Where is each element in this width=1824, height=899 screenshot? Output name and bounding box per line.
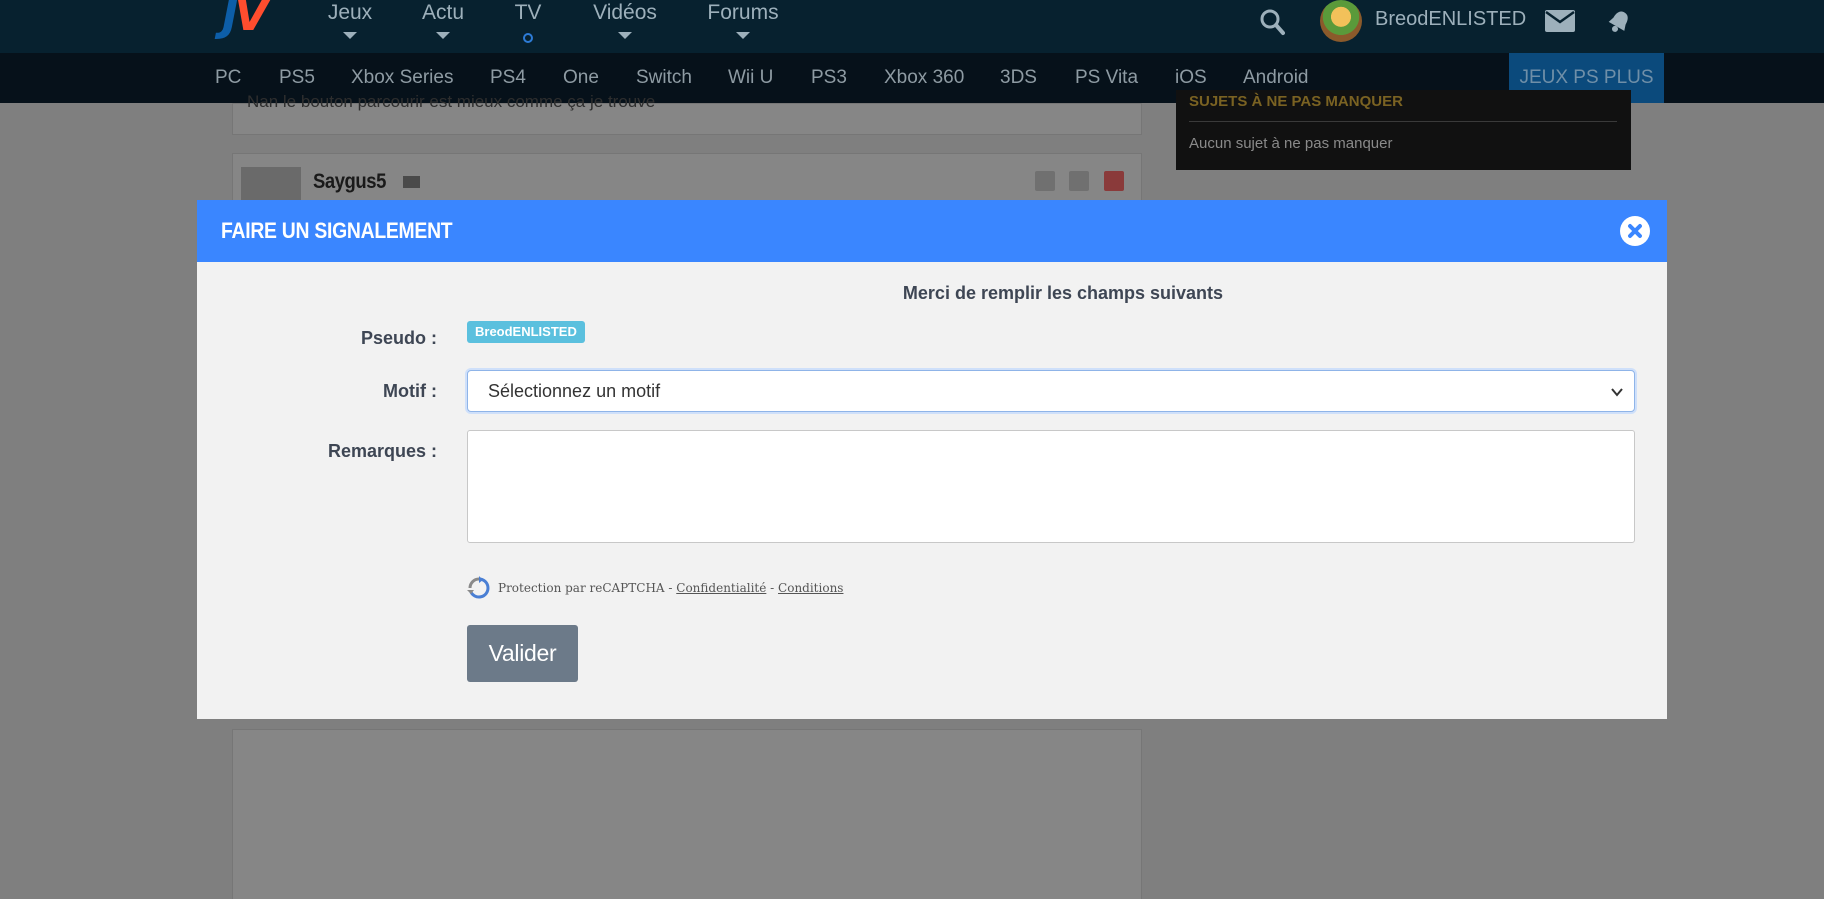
report-modal: FAIRE UN SIGNALEMENT Merci de remplir le… xyxy=(197,200,1667,719)
platform-link-ps3[interactable]: PS3 xyxy=(811,53,847,103)
modal-intro: Merci de remplir les champs suivants xyxy=(902,283,1224,303)
remarques-textarea[interactable] xyxy=(467,430,1635,543)
user-avatar[interactable] xyxy=(1320,0,1362,42)
modal-title: FAIRE UN SIGNALEMENT xyxy=(221,218,453,243)
recaptcha-separator: - xyxy=(766,581,779,595)
chevron-down-icon xyxy=(1611,388,1623,397)
motif-select[interactable]: Sélectionnez un motif xyxy=(467,370,1635,412)
remarques-label: Remarques : xyxy=(327,441,437,461)
caret-down-icon xyxy=(736,32,750,39)
nav-label: Actu xyxy=(421,1,465,24)
terms-link[interactable]: Conditions xyxy=(778,581,843,595)
nav-item-actu[interactable]: Actu xyxy=(420,0,466,50)
side-panel-divider xyxy=(1189,121,1617,122)
next-post-card xyxy=(232,729,1142,899)
logo-letter-v: V xyxy=(234,0,268,41)
recaptcha-separator: - xyxy=(664,581,677,595)
recaptcha-label: Protection par reCAPTCHA xyxy=(498,581,665,595)
caret-down-icon xyxy=(343,32,357,39)
nav-item-videos[interactable]: Vidéos xyxy=(591,0,659,50)
report-icon[interactable] xyxy=(1104,171,1124,191)
motif-selected-value: Sélectionnez un motif xyxy=(488,381,661,401)
side-panel-title: SUJETS À NE PAS MANQUER xyxy=(1189,93,1403,110)
nav-label: TV xyxy=(514,1,542,24)
logo-letter-j: J xyxy=(222,0,239,41)
nav-label: Jeux xyxy=(327,1,373,24)
platform-link-xbox-360[interactable]: Xbox 360 xyxy=(884,53,964,103)
recaptcha-text: Protection par reCAPTCHA - Confidentiali… xyxy=(498,581,843,595)
user-name[interactable]: BreodENLISTED xyxy=(1375,8,1526,31)
platform-link-3ds[interactable]: 3DS xyxy=(1000,53,1037,103)
nav-item-tv[interactable]: TV xyxy=(512,0,544,50)
platform-link-wii-u[interactable]: Wii U xyxy=(728,53,773,103)
caret-down-icon xyxy=(618,32,632,39)
pseudo-label: Pseudo : xyxy=(360,328,437,348)
caret-down-icon xyxy=(436,32,450,39)
bell-icon[interactable] xyxy=(1605,8,1633,36)
author-mail-icon[interactable] xyxy=(403,176,420,188)
submit-button[interactable]: Valider xyxy=(467,625,578,682)
post-text: Nan le bouton parcourir est mieux comme … xyxy=(247,92,656,111)
mail-icon[interactable] xyxy=(1544,9,1576,33)
top-header: JV Jeux Actu TV Vidéos Forums BreodENLIS… xyxy=(0,0,1824,53)
pseudo-badge: BreodENLISTED xyxy=(467,321,585,343)
site-logo[interactable]: JV xyxy=(222,0,274,40)
nav-label: Forums xyxy=(707,1,779,24)
search-icon[interactable] xyxy=(1259,8,1285,36)
privacy-link[interactable]: Confidentialité xyxy=(676,581,766,595)
side-panel-empty: Aucun sujet à ne pas manquer xyxy=(1189,135,1393,152)
nav-label: Vidéos xyxy=(593,1,657,24)
nav-item-jeux[interactable]: Jeux xyxy=(327,0,373,50)
motif-label: Motif : xyxy=(383,381,437,401)
modal-header: FAIRE UN SIGNALEMENT xyxy=(197,200,1667,262)
quote-icon[interactable] xyxy=(1035,171,1055,191)
platform-link-ps-vita[interactable]: PS Vita xyxy=(1075,53,1138,103)
post-author[interactable]: Saygus5 xyxy=(313,170,386,194)
live-indicator-icon xyxy=(523,33,533,43)
recaptcha-icon xyxy=(467,576,490,599)
close-icon[interactable] xyxy=(1620,216,1650,246)
blacklist-icon[interactable] xyxy=(1069,171,1089,191)
platform-link-pc[interactable]: PC xyxy=(215,53,241,103)
nav-item-forums[interactable]: Forums xyxy=(706,0,780,50)
